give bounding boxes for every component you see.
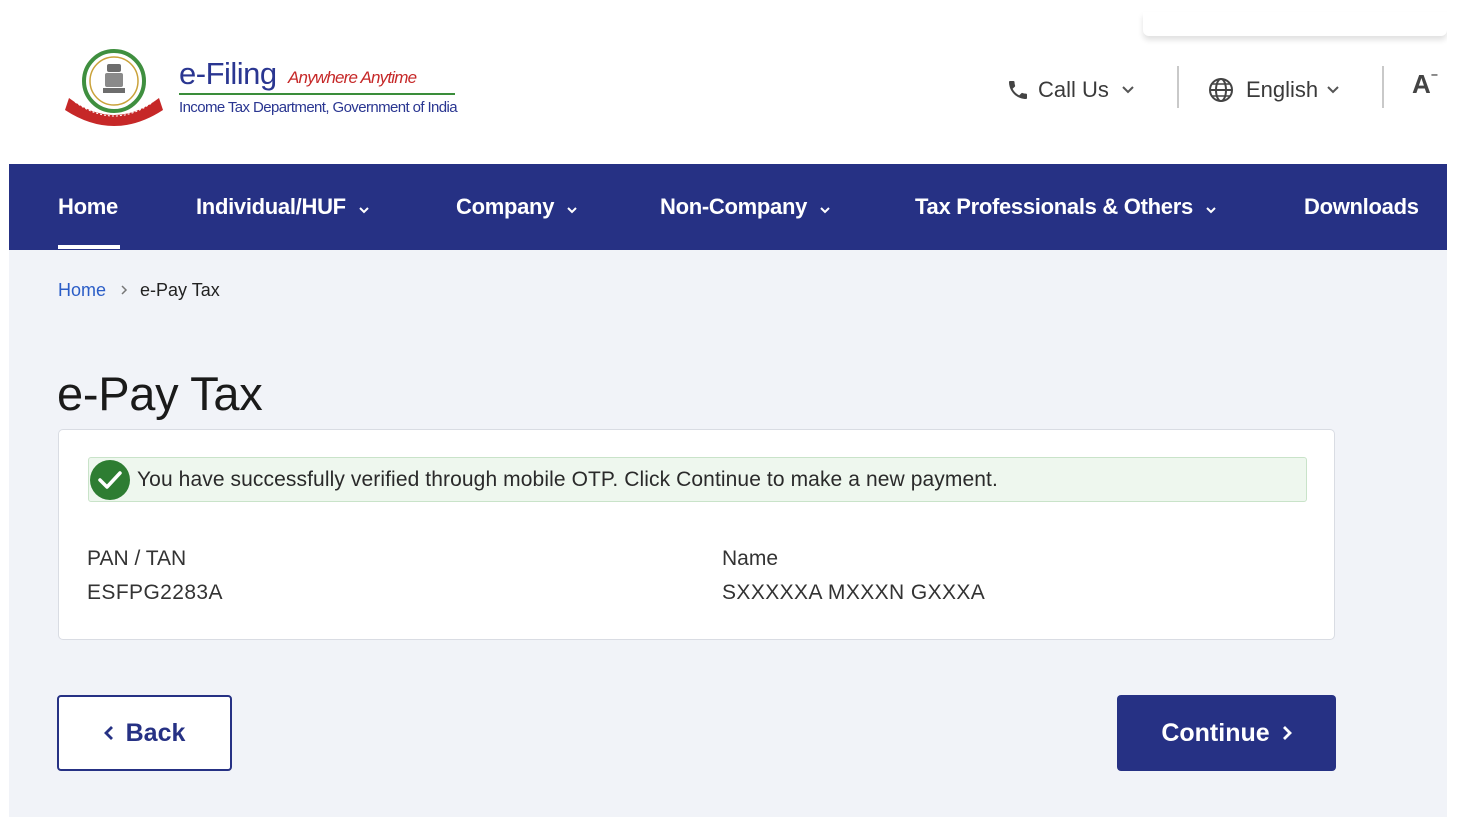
active-nav-indicator: [58, 245, 120, 249]
nav-item-tax-professionals[interactable]: Tax Professionals & Others: [915, 164, 1217, 250]
language-selector[interactable]: English: [1208, 76, 1340, 104]
verification-card: You have successfully verified through m…: [58, 429, 1335, 640]
continue-label: Continue: [1161, 718, 1270, 747]
chevron-left-icon: [103, 719, 114, 748]
nav-item-home[interactable]: Home: [58, 164, 118, 250]
chevron-down-icon: [1121, 85, 1135, 95]
chevron-down-icon: [1326, 85, 1340, 95]
main-nav: Home Individual/HUF Company Non-Company …: [9, 164, 1447, 250]
logo-tagline: Anywhere Anytime: [288, 68, 417, 87]
name-value: SXXXXXA MXXXN GXXXA: [722, 581, 986, 604]
top-dropdown-panel: [1143, 12, 1447, 36]
name-label: Name: [722, 547, 779, 570]
header: e-Filing Anywhere Anytime Income Tax Dep…: [9, 0, 1447, 164]
continue-button[interactable]: Continue: [1117, 695, 1336, 771]
chevron-right-icon: [1282, 719, 1292, 748]
page: e-Filing Anywhere Anytime Income Tax Dep…: [9, 0, 1447, 817]
chevron-right-icon: [120, 283, 128, 299]
breadcrumb-home-link[interactable]: Home: [58, 280, 106, 301]
language-label: English: [1246, 77, 1319, 102]
nav-item-company[interactable]: Company: [456, 164, 578, 250]
emblem-logo-icon[interactable]: [59, 46, 169, 128]
nav-item-non-company[interactable]: Non-Company: [660, 164, 831, 250]
logo-divider: [179, 93, 455, 95]
font-size-icon[interactable]: A ⁻: [1412, 69, 1438, 99]
breadcrumb: Home e-Pay Tax: [58, 280, 220, 301]
header-divider: [1177, 66, 1179, 108]
call-us-label: Call Us: [1038, 77, 1109, 102]
chevron-down-icon: [1205, 194, 1217, 220]
nav-item-individual-huf[interactable]: Individual/HUF: [196, 164, 370, 250]
globe-icon: [1208, 77, 1234, 103]
back-label: Back: [125, 718, 186, 747]
chevron-down-icon: [358, 194, 370, 220]
pan-tan-value: ESFPG2283A: [87, 581, 223, 604]
success-message: You have successfully verified through m…: [137, 468, 998, 491]
back-button[interactable]: Back: [57, 695, 232, 771]
success-alert: You have successfully verified through m…: [88, 457, 1307, 502]
phone-icon: [1006, 78, 1030, 102]
logo-subtitle: Income Tax Department, Government of Ind…: [179, 99, 458, 116]
page-title: e-Pay Tax: [57, 367, 263, 420]
header-divider: [1382, 66, 1384, 108]
chevron-down-icon: [566, 194, 578, 220]
nav-item-downloads[interactable]: Downloads: [1304, 164, 1419, 250]
check-circle-icon: [89, 459, 131, 501]
chevron-down-icon: [819, 194, 831, 220]
pan-tan-label: PAN / TAN: [87, 547, 187, 570]
call-us-menu[interactable]: Call Us: [1006, 76, 1135, 104]
breadcrumb-current: e-Pay Tax: [140, 280, 220, 300]
logo-title[interactable]: e-Filing: [179, 56, 277, 92]
